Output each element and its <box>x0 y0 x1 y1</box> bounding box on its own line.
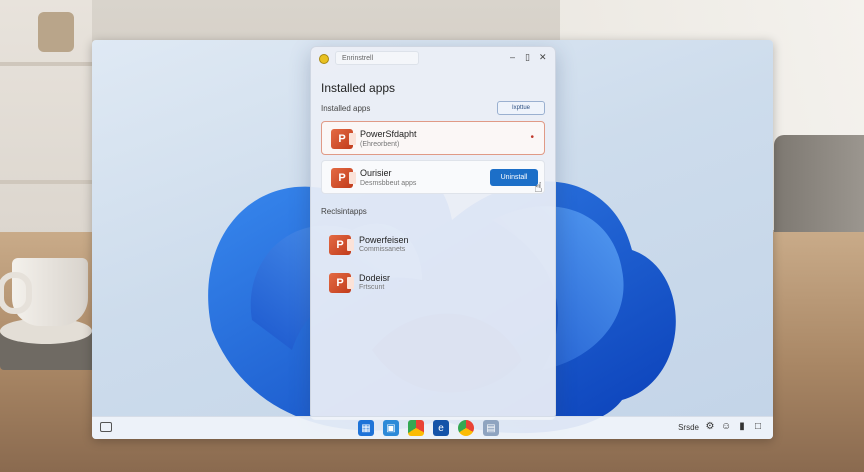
sort-button[interactable]: Ixpttue <box>497 101 545 115</box>
plant-pot <box>38 12 74 52</box>
app-publisher: Frtscunt <box>359 284 385 291</box>
chrome-icon[interactable] <box>408 420 424 436</box>
app-card-powerpoint[interactable]: P PowerSfdapht (Ehreorbent) • <box>321 121 545 155</box>
desktop-screen: Enrinstrell – ▯ ✕ Installed apps Install… <box>92 40 773 439</box>
section-recommended-label: Reclsintapps <box>321 207 367 216</box>
minimize-icon[interactable]: – <box>510 52 515 62</box>
system-tray: Srsde ⚙ ☺ ▮ □ <box>678 421 763 433</box>
uninstall-button[interactable]: Uninstall <box>490 169 538 186</box>
notification-icon[interactable]: □ <box>753 421 763 433</box>
tray-text: Srsde <box>678 422 699 432</box>
taskbar-apps: ▦ ▣ e ▤ <box>358 420 499 436</box>
powerpoint-icon: P <box>329 273 354 293</box>
coffee-cup <box>0 258 88 326</box>
edge-icon[interactable]: e <box>433 420 449 436</box>
app-name: Dodeisr <box>359 273 391 283</box>
browser-icon[interactable] <box>458 420 474 436</box>
app-card-second[interactable]: P Ourisier Desmsbbeut apps Uninstall ☝ <box>321 160 545 195</box>
app-publisher: Commissanets <box>359 246 406 253</box>
maximize-icon[interactable]: ▯ <box>525 52 530 63</box>
bookshelf <box>0 0 92 240</box>
mouse-cursor-icon: ☝ <box>534 179 543 195</box>
app-name: Powerfeisen <box>359 235 409 245</box>
page-title: Installed apps <box>321 81 396 95</box>
sound-icon[interactable]: ⚙ <box>705 421 715 433</box>
widgets-icon[interactable] <box>100 422 112 432</box>
file-explorer-icon[interactable]: ▣ <box>383 420 399 436</box>
battery-icon[interactable]: ▮ <box>737 421 747 433</box>
search-input[interactable]: Enrinstrell <box>335 51 419 65</box>
shelf-divider <box>0 180 92 184</box>
taskbar: ▦ ▣ e ▤ Srsde ⚙ ☺ ▮ □ <box>92 416 773 439</box>
app-name: PowerSfdapht <box>360 129 417 139</box>
app-publisher: (Ehreorbent) <box>360 141 400 148</box>
section-installed-label: Installed apps <box>321 104 371 113</box>
person-icon[interactable]: ☺ <box>721 421 731 433</box>
close-icon[interactable]: ✕ <box>539 52 547 63</box>
title-bar: Enrinstrell – ▯ ✕ <box>311 47 555 69</box>
powerpoint-icon: P <box>331 129 356 149</box>
app-name: Ourisier <box>360 168 392 178</box>
photos-icon[interactable]: ▤ <box>483 420 499 436</box>
app-icon <box>319 54 329 64</box>
powerpoint-icon: P <box>331 168 356 188</box>
app-publisher: Desmsbbeut apps <box>360 180 417 187</box>
app-row-recommended-1[interactable]: P Powerfeisen Commissanets <box>321 231 545 261</box>
start-icon[interactable]: ▦ <box>358 420 374 436</box>
powerpoint-icon: P <box>329 235 354 255</box>
ellipsis-icon[interactable]: • <box>530 132 534 143</box>
settings-window: Enrinstrell – ▯ ✕ Installed apps Install… <box>310 46 556 420</box>
app-row-recommended-2[interactable]: P Dodeisr Frtscunt <box>321 269 545 299</box>
shelf-divider <box>0 62 92 66</box>
